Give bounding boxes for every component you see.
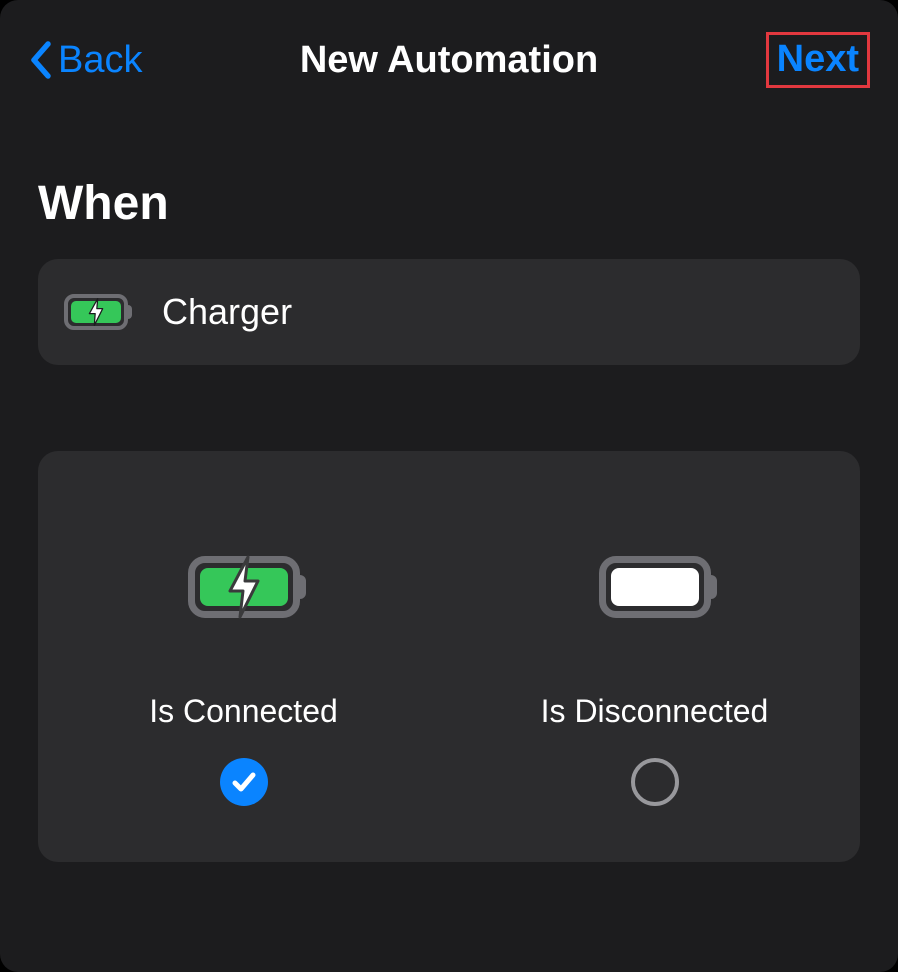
back-label: Back <box>58 39 142 82</box>
content: When Charger <box>0 176 898 862</box>
option-connected[interactable]: Is Connected <box>38 537 449 806</box>
trigger-label: Charger <box>162 291 292 333</box>
automation-screen: Back New Automation Next When <box>0 0 898 972</box>
section-heading: When <box>38 176 860 231</box>
navbar: Back New Automation Next <box>0 0 898 120</box>
chevron-left-icon <box>28 40 54 80</box>
options-card: Is Connected Is Disconnected <box>38 451 860 862</box>
back-button[interactable]: Back <box>28 39 142 82</box>
page-title: New Automation <box>300 39 598 82</box>
charger-icon <box>64 294 142 330</box>
option-disconnected[interactable]: Is Disconnected <box>449 537 860 806</box>
battery-charging-icon <box>188 537 300 637</box>
battery-full-icon <box>599 537 711 637</box>
trigger-row[interactable]: Charger <box>38 259 860 365</box>
option-disconnected-label: Is Disconnected <box>541 693 769 730</box>
option-connected-label: Is Connected <box>149 693 338 730</box>
radio-connected[interactable] <box>220 758 268 806</box>
next-button[interactable]: Next <box>766 32 870 88</box>
radio-disconnected[interactable] <box>631 758 679 806</box>
